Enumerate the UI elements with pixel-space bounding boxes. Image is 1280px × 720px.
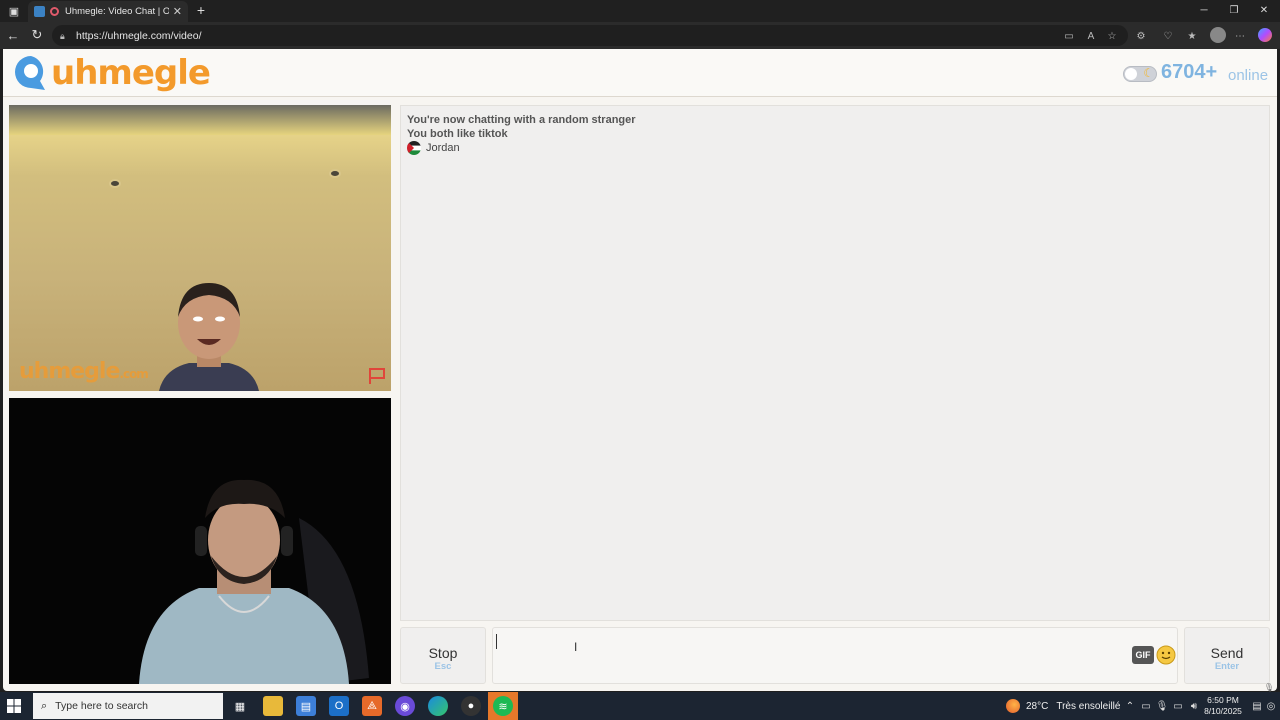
restore-icon[interactable]: ❐	[1226, 2, 1242, 18]
watermark-suffix: .com	[119, 367, 148, 381]
browser-toolbar: ← ↻ 🔒︎ https://uhmegle.com/video/ ▭ A ☆ …	[0, 22, 1280, 49]
stop-button[interactable]: Stop Esc	[400, 627, 486, 684]
network-icon[interactable]: ▭	[1171, 699, 1185, 713]
system-message: You both like tiktok	[407, 128, 508, 140]
send-shortcut: Enter	[1214, 661, 1240, 672]
microphone-icon[interactable]: 🎙︎	[1155, 699, 1169, 713]
obs-icon[interactable]: ●	[461, 696, 481, 716]
store-icon[interactable]: ▤	[296, 696, 316, 716]
online-label: online	[1228, 67, 1269, 84]
stranger-video: uhmegle.com	[9, 105, 391, 391]
lock-icon: 🔒︎	[60, 30, 65, 41]
site-header: uhmegle ☾ 6704+ online	[3, 49, 1277, 97]
refresh-icon[interactable]: ↻	[29, 27, 45, 43]
stop-label: Stop	[428, 645, 458, 661]
clock-date: 8/10/2025	[1204, 706, 1242, 716]
online-count: 6704+	[1161, 61, 1218, 83]
favorites-icon[interactable]: ★	[1186, 30, 1198, 42]
mic-indicator-icon[interactable]: 🎙︎	[1262, 682, 1276, 692]
weather-description: Très ensoleillé	[1056, 700, 1121, 712]
camera-icon[interactable]: ▭	[1063, 30, 1075, 42]
site-favicon-icon	[34, 6, 45, 17]
windows-start-icon[interactable]	[6, 698, 22, 714]
windows-taskbar: ⌕ Type here to search ▦ ▤ O ⟁ ◉ ● ≋ 28°C…	[0, 692, 1280, 720]
watermark-text: uhmegle	[19, 359, 120, 384]
chevron-up-icon[interactable]: ⌃	[1123, 699, 1137, 713]
search-placeholder: Type here to search	[55, 700, 148, 712]
country-name: Jordan	[426, 142, 460, 154]
profile-avatar[interactable]	[1210, 27, 1226, 43]
recording-indicator-icon	[50, 7, 59, 16]
report-flag-icon[interactable]	[367, 367, 387, 385]
spotify-icon[interactable]: ≋	[493, 696, 513, 716]
moon-icon: ☾	[1143, 66, 1154, 80]
weather-widget[interactable]: 28°C Très ensoleillé	[1006, 699, 1120, 713]
more-menu-icon[interactable]: ⋯	[1234, 30, 1246, 42]
sun-icon	[1006, 699, 1020, 713]
browser-tab[interactable]: Uhmegle: Video Chat | Ome ✕	[28, 1, 188, 22]
system-clock[interactable]: 6:50 PM 8/10/2025	[1198, 695, 1248, 717]
uhmegle-page: uhmegle ☾ 6704+ online uhmegle.com You'r…	[3, 49, 1277, 691]
tab-close-icon[interactable]: ✕	[173, 5, 182, 18]
edge-icon[interactable]	[428, 696, 448, 716]
gif-button[interactable]: GIF	[1132, 646, 1154, 664]
stranger-country: Jordan	[407, 141, 460, 155]
file-explorer-icon[interactable]	[263, 696, 283, 716]
send-label: Send	[1210, 645, 1244, 661]
chat-message-input[interactable]	[492, 627, 1178, 684]
copilot-icon[interactable]	[1258, 28, 1272, 42]
app-icon[interactable]: ⟁	[362, 696, 382, 716]
tab-actions-icon[interactable]: ▣	[6, 3, 22, 19]
jordan-flag-icon	[407, 141, 421, 155]
notifications-icon[interactable]: ▤	[1250, 699, 1264, 713]
address-bar[interactable]: 🔒︎ https://uhmegle.com/video/	[52, 25, 1128, 46]
task-view-icon[interactable]: ▦	[230, 696, 250, 716]
browser-essentials-icon[interactable]: ♡	[1162, 30, 1174, 42]
ceiling-light	[329, 169, 341, 178]
text-caret	[496, 634, 497, 649]
read-aloud-icon[interactable]: A	[1085, 30, 1097, 42]
discord-icon[interactable]: ◉	[395, 696, 415, 716]
weather-temp: 28°C	[1026, 700, 1049, 712]
meet-now-icon[interactable]: ▭	[1139, 699, 1153, 713]
send-button[interactable]: Send Enter	[1184, 627, 1270, 684]
ceiling-light	[109, 179, 121, 188]
url-text: https://uhmegle.com/video/	[76, 29, 202, 42]
favorite-star-icon[interactable]: ☆	[1106, 30, 1118, 42]
new-tab-button[interactable]: +	[193, 2, 209, 18]
video-watermark: uhmegle.com	[19, 359, 149, 384]
outlook-icon[interactable]: O	[329, 696, 349, 716]
video-ceiling	[9, 105, 391, 135]
dark-mode-toggle[interactable]: ☾	[1123, 66, 1157, 82]
mouse-ibeam-cursor: I	[574, 640, 578, 654]
focus-icon[interactable]: ◎	[1264, 699, 1278, 713]
minimize-icon[interactable]: ─	[1196, 2, 1212, 18]
toggle-knob	[1125, 68, 1137, 80]
stranger-person	[159, 283, 259, 391]
extensions-icon[interactable]: ⚙	[1135, 30, 1147, 42]
logo-text[interactable]: uhmegle	[51, 51, 211, 95]
clock-time: 6:50 PM	[1207, 695, 1239, 705]
search-icon: ⌕	[41, 699, 48, 712]
chat-log[interactable]: You're now chatting with a random strang…	[400, 105, 1270, 621]
self-person	[139, 479, 369, 684]
stop-shortcut: Esc	[434, 661, 452, 672]
browser-tab-bar: ▣ Uhmegle: Video Chat | Ome ✕ + ─ ❐ ✕	[0, 0, 1280, 22]
logo-bubble-icon[interactable]	[11, 53, 51, 93]
self-video	[9, 398, 391, 684]
system-message: You're now chatting with a random strang…	[407, 114, 636, 126]
window-close-icon[interactable]: ✕	[1256, 2, 1272, 18]
back-arrow-icon[interactable]: ←	[5, 27, 21, 43]
taskbar-search[interactable]: ⌕ Type here to search	[33, 693, 223, 719]
emoji-icon[interactable]	[1156, 645, 1176, 665]
tab-title: Uhmegle: Video Chat | Ome	[65, 6, 169, 17]
